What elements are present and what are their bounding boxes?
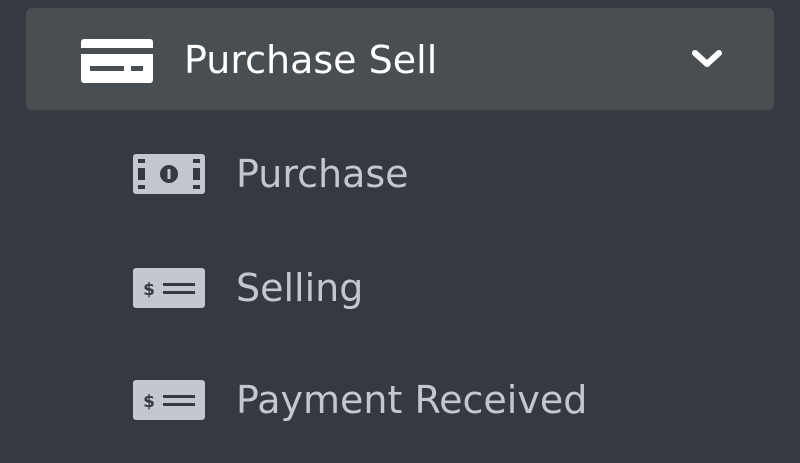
submenu-item-label: Purchase <box>236 152 409 196</box>
svg-text:$: $ <box>143 280 155 300</box>
purchase-sell-label: Purchase Sell <box>184 38 438 82</box>
money-check-icon <box>81 39 153 83</box>
svg-text:$: $ <box>143 392 155 412</box>
money-check-dollar-icon: $ <box>133 380 205 420</box>
submenu-item-selling[interactable]: $ Selling <box>0 248 800 328</box>
submenu-item-label: Selling <box>236 266 364 310</box>
purchase-sell-menu-toggle[interactable]: Purchase Sell <box>26 8 774 110</box>
money-bill-icon <box>133 154 205 194</box>
submenu-item-label: Payment Received <box>236 378 588 422</box>
money-check-dollar-icon: $ <box>133 268 205 308</box>
chevron-down-icon[interactable] <box>690 47 724 71</box>
sidebar-nav: Purchase Sell Purchase $ Selling $ Payme… <box>0 0 800 463</box>
submenu-item-purchase[interactable]: Purchase <box>0 134 800 214</box>
submenu-item-payment-received[interactable]: $ Payment Received <box>0 360 800 440</box>
